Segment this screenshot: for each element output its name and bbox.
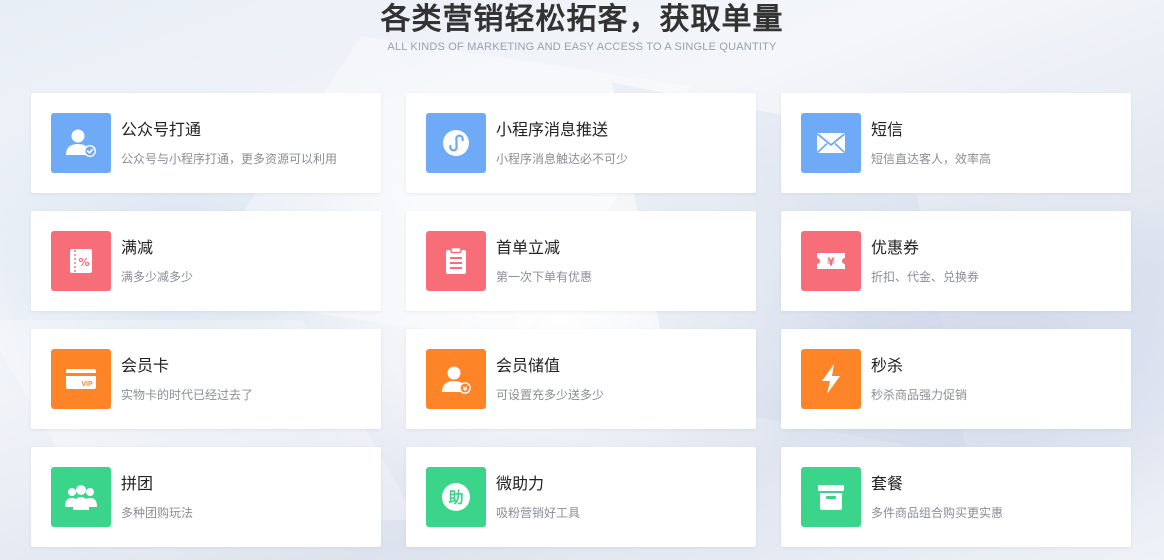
card-title: 满减 [121, 238, 154, 257]
card-title: 拼团 [121, 474, 154, 493]
card-title: 公众号打通 [121, 120, 202, 139]
svg-text:¥: ¥ [827, 256, 835, 269]
card-title: 微助力 [496, 474, 545, 493]
card-description: 多件商品组合购买更实惠 [871, 506, 1004, 520]
feature-card-group-buy[interactable]: 拼团 多种团购玩法 [31, 447, 381, 547]
feature-card-sms[interactable]: 短信 短信直达客人，效率高 [781, 93, 1131, 193]
card-description: 实物卡的时代已经过去了 [121, 388, 254, 402]
card-title: 首单立减 [496, 238, 561, 257]
card-description: 秒杀商品强力促销 [871, 388, 968, 402]
mini-program-icon [426, 113, 486, 173]
page-title: 各类营销轻松拓客，获取单量 [380, 2, 784, 37]
feature-card-official-account[interactable]: 公众号打通 公众号与小程序打通，更多资源可以利用 [31, 93, 381, 193]
svg-text:助: 助 [448, 489, 463, 507]
svg-text:VIP: VIP [81, 381, 93, 388]
clipboard-icon [426, 231, 486, 291]
svg-text:¥: ¥ [463, 385, 468, 393]
feature-card-member-stored-value[interactable]: ¥ 会员储值 可设置充多少送多少 [406, 329, 756, 429]
card-description: 可设置充多少送多少 [496, 388, 605, 402]
lightning-icon [801, 349, 861, 409]
group-icon [51, 467, 111, 527]
percent-ticket-icon: % [51, 231, 111, 291]
feature-card-first-order-discount[interactable]: 首单立减 第一次下单有优惠 [406, 211, 756, 311]
card-description: 短信直达客人，效率高 [871, 152, 992, 166]
feature-card-member-card[interactable]: VIP 会员卡 实物卡的时代已经过去了 [31, 329, 381, 429]
card-title: 套餐 [871, 474, 904, 493]
svg-text:%: % [78, 256, 89, 269]
page-header: 各类营销轻松拓客，获取单量 ALL KINDS OF MARKETING AND… [0, 0, 1164, 54]
package-box-icon [801, 467, 861, 527]
card-description: 小程序消息触达必不可少 [496, 152, 629, 166]
vip-card-icon: VIP [51, 349, 111, 409]
feature-card-full-reduction[interactable]: % 满减 满多少减多少 [31, 211, 381, 311]
user-check-icon [51, 113, 111, 173]
card-description: 公众号与小程序打通，更多资源可以利用 [121, 152, 338, 166]
card-title: 优惠券 [871, 238, 920, 257]
yen-coupon-icon: ¥ [801, 231, 861, 291]
feature-card-coupon[interactable]: ¥ 优惠券 折扣、代金、兑换券 [781, 211, 1131, 311]
feature-card-package[interactable]: 套餐 多件商品组合购买更实惠 [781, 447, 1131, 547]
feature-card-micro-assist[interactable]: 助 微助力 吸粉营销好工具 [406, 447, 756, 547]
card-description: 折扣、代金、兑换券 [871, 270, 980, 284]
card-description: 多种团购玩法 [121, 506, 194, 520]
card-title: 小程序消息推送 [496, 120, 609, 139]
member-value-icon: ¥ [426, 349, 486, 409]
card-title: 秒杀 [871, 356, 904, 375]
card-title: 会员卡 [121, 356, 170, 375]
feature-card-flash-sale[interactable]: 秒杀 秒杀商品强力促销 [781, 329, 1131, 429]
feature-grid: 公众号打通 公众号与小程序打通，更多资源可以利用 小程序消息推送 小程序消息触达… [31, 93, 1131, 547]
card-title: 会员储值 [496, 356, 561, 375]
envelope-icon [801, 113, 861, 173]
assist-badge-icon: 助 [426, 467, 486, 527]
card-description: 吸粉营销好工具 [496, 506, 581, 520]
page-subtitle: ALL KINDS OF MARKETING AND EASY ACCESS T… [387, 41, 777, 53]
card-title: 短信 [871, 120, 904, 139]
feature-card-mini-program-push[interactable]: 小程序消息推送 小程序消息触达必不可少 [406, 93, 756, 193]
card-description: 第一次下单有优惠 [496, 270, 593, 284]
card-description: 满多少减多少 [121, 270, 194, 284]
